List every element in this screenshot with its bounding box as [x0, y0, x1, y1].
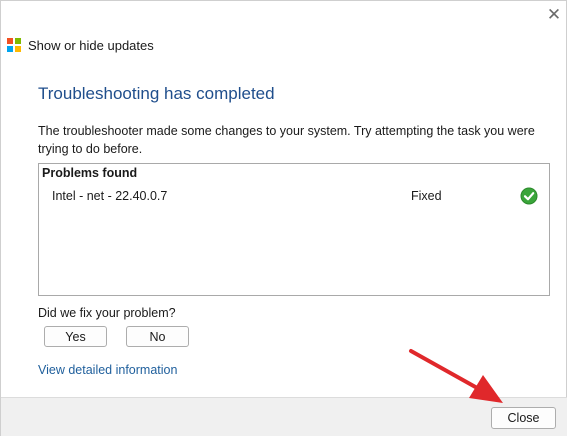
problems-list: Problems found Intel - net - 22.40.0.7 F…: [38, 163, 550, 296]
no-button[interactable]: No: [126, 326, 189, 347]
green-check-icon: [520, 187, 538, 205]
problems-header: Problems found: [42, 166, 138, 180]
close-button[interactable]: Close: [491, 407, 556, 429]
page-heading: Troubleshooting has completed: [38, 84, 275, 103]
view-details-link[interactable]: View detailed information: [38, 363, 177, 377]
window-close-icon[interactable]: ✕: [543, 5, 565, 25]
problem-name: Intel - net - 22.40.0.7: [52, 189, 168, 203]
title-bar: Show or hide updates: [7, 35, 154, 55]
feedback-question: Did we fix your problem?: [38, 306, 176, 320]
window-title: Show or hide updates: [28, 37, 154, 53]
windows-logo-icon: [7, 38, 21, 52]
footer-bar: [1, 397, 567, 436]
problem-row[interactable]: Intel - net - 22.40.0.7 Fixed: [39, 186, 549, 208]
result-message: The troubleshooter made some changes to …: [38, 124, 535, 156]
troubleshooter-window: ✕ Show or hide updates Troubleshooting h…: [0, 0, 567, 436]
yes-button[interactable]: Yes: [44, 326, 107, 347]
problem-status: Fixed: [411, 189, 442, 203]
